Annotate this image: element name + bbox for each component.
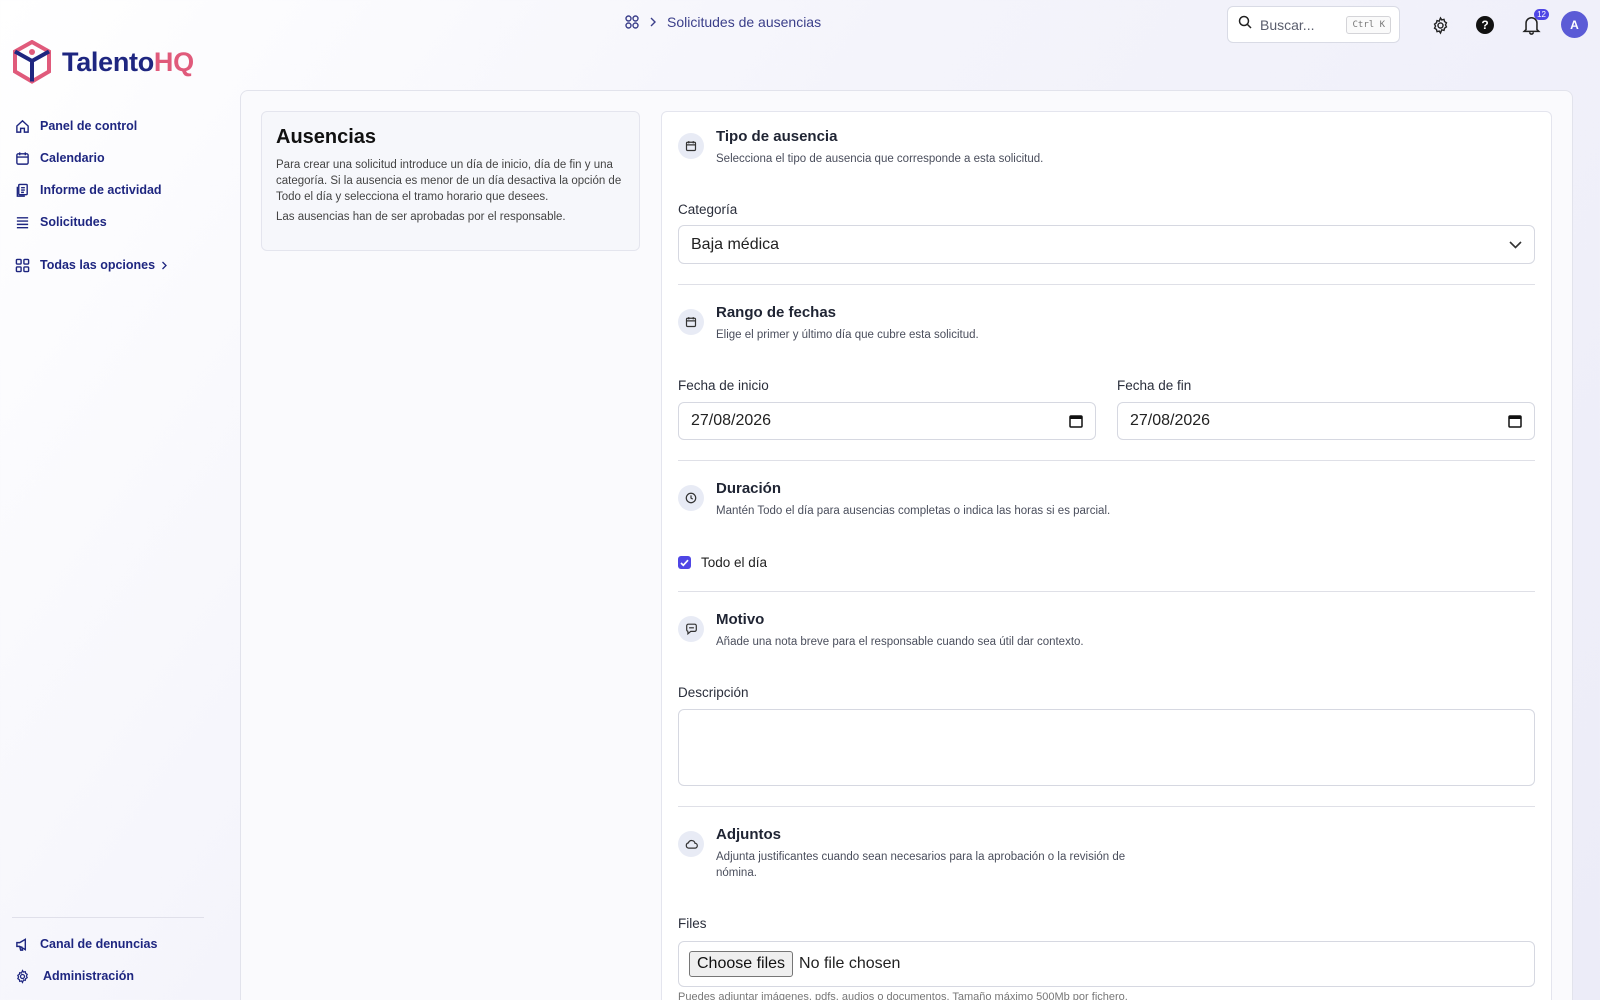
sidebar-item-calendar[interactable]: Calendario <box>15 142 215 174</box>
end-date-input[interactable]: 27/08/2026 <box>1117 402 1535 440</box>
section-attachments: Adjuntos Adjunta justificantes cuando se… <box>678 826 1156 881</box>
absence-form: Tipo de ausencia Selecciona el tipo de a… <box>661 111 1552 1000</box>
megaphone-icon <box>16 937 27 951</box>
breadcrumb-current[interactable]: Solicitudes de ausencias <box>667 14 821 30</box>
file-input[interactable]: Choose files No file chosen <box>678 941 1535 987</box>
list-icon <box>16 216 29 228</box>
help-button[interactable]: ? <box>1473 13 1497 37</box>
grid-icon <box>15 258 30 272</box>
apps-grid-icon[interactable] <box>625 15 639 29</box>
file-status: No file chosen <box>799 955 901 972</box>
sidebar-nav: Panel de control Calendario Informe de a… <box>15 110 215 281</box>
file-hint: Puedes adjuntar imágenes, pdfs, audios o… <box>678 991 1128 1000</box>
sidebar-item-whistleblower[interactable]: Canal de denuncias <box>15 928 215 960</box>
sidebar-item-activity-report[interactable]: Informe de actividad <box>15 174 215 206</box>
category-label: Categoría <box>678 202 738 217</box>
brand-logo[interactable]: TalentoHQ <box>12 40 194 84</box>
section-type: Tipo de ausencia Selecciona el tipo de a… <box>678 128 1043 167</box>
description-label: Descripción <box>678 685 749 700</box>
cube-logo-icon <box>13 40 51 84</box>
divider <box>678 460 1535 461</box>
calendar-icon <box>16 151 29 165</box>
calendar-picker-icon[interactable] <box>1508 414 1522 428</box>
all-day-checkbox[interactable] <box>678 556 691 569</box>
search-shortcut: Ctrl K <box>1346 15 1391 34</box>
section-subtitle: Añade una nota breve para el responsable… <box>716 636 1084 648</box>
section-subtitle: Selecciona el tipo de ausencia que corre… <box>716 153 1044 165</box>
chevron-right-icon <box>649 17 657 27</box>
sidebar-bottom: Canal de denuncias Administración <box>15 928 215 992</box>
home-icon <box>16 119 29 133</box>
end-date-label: Fecha de fin <box>1117 378 1192 393</box>
divider <box>678 806 1535 807</box>
start-date-label: Fecha de inicio <box>678 378 769 393</box>
check-icon <box>680 559 689 567</box>
info-card: Ausencias Para crear una solicitud intro… <box>261 111 640 251</box>
breadcrumb: Solicitudes de ausencias <box>625 14 821 30</box>
start-date-input[interactable]: 27/08/2026 <box>678 402 1096 440</box>
files-label: Files <box>678 916 707 931</box>
chat-icon <box>678 616 704 642</box>
notification-badge: 12 <box>1534 9 1549 20</box>
all-day-label[interactable]: Todo el día <box>701 555 767 570</box>
section-reason: Motivo Añade una nota breve para el resp… <box>678 611 1084 650</box>
divider <box>678 591 1535 592</box>
report-icon <box>16 183 28 197</box>
brand-name: TalentoHQ <box>62 46 194 77</box>
notifications-button[interactable]: 12 <box>1519 9 1549 37</box>
sidebar-item-panel[interactable]: Panel de control <box>15 110 215 142</box>
clock-icon <box>678 485 704 511</box>
settings-button[interactable] <box>1428 13 1452 37</box>
gear-icon <box>17 968 28 984</box>
page-title: Ausencias <box>276 126 377 148</box>
top-bar: Solicitudes de ausencias Buscar... Ctrl … <box>0 0 1600 50</box>
search-box[interactable]: Buscar... Ctrl K <box>1227 6 1400 43</box>
section-title: Rango de fechas <box>716 304 837 321</box>
gear-icon <box>1433 15 1447 35</box>
info-text: Para crear una solicitud introduce un dí… <box>276 159 622 203</box>
calendar-icon <box>678 133 704 159</box>
cloud-icon <box>678 831 704 857</box>
section-duration: Duración Mantén Todo el día para ausenci… <box>678 480 1110 519</box>
section-subtitle: Elige el primer y último día que cubre e… <box>716 329 979 341</box>
section-title: Tipo de ausencia <box>716 128 838 145</box>
sidebar-item-all-options[interactable]: Todas las opciones <box>15 249 215 281</box>
choose-files-button[interactable]: Choose files <box>689 951 794 977</box>
chevron-down-icon <box>1509 240 1522 249</box>
help-icon: ? <box>1476 16 1494 34</box>
avatar[interactable]: A <box>1561 11 1588 38</box>
sidebar-divider <box>12 917 204 918</box>
section-title: Adjuntos <box>716 826 781 843</box>
calendar-picker-icon[interactable] <box>1069 414 1083 428</box>
search-icon <box>1238 15 1252 34</box>
calendar-icon <box>678 309 704 335</box>
chevron-right-icon <box>162 261 167 269</box>
all-day-row: Todo el día <box>678 555 767 570</box>
section-subtitle: Adjunta justificantes cuando sean necesa… <box>716 851 1126 879</box>
description-textarea[interactable] <box>678 709 1535 786</box>
search-placeholder[interactable]: Buscar... <box>1260 17 1338 33</box>
section-subtitle: Mantén Todo el día para ausencias comple… <box>716 505 1111 517</box>
sidebar-item-requests[interactable]: Solicitudes <box>15 206 215 238</box>
section-title: Motivo <box>716 611 765 628</box>
section-title: Duración <box>716 480 782 497</box>
category-select[interactable]: Baja médica <box>678 225 1535 264</box>
info-note: Las ausencias han de ser aprobadas por e… <box>276 211 566 223</box>
sidebar-item-admin[interactable]: Administración <box>15 960 215 992</box>
divider <box>678 284 1535 285</box>
section-dates: Rango de fechas Elige el primer y último… <box>678 304 979 343</box>
